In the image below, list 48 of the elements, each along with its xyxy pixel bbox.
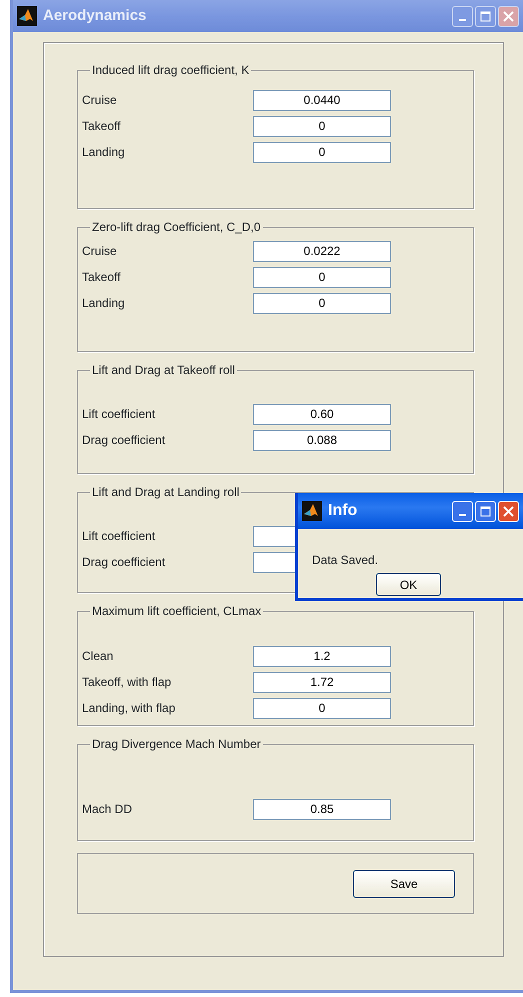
ok-button[interactable]: OK (376, 573, 441, 596)
dialog-message: Data Saved. (312, 552, 378, 569)
input-field[interactable]: 0 (253, 698, 391, 718)
field-label: Lift coefficient (82, 528, 156, 545)
field-label: Drag coefficient (82, 554, 166, 571)
minimize-icon (459, 19, 466, 21)
field-label: Drag coefficient (82, 432, 166, 449)
group-title: Drag Divergence Mach Number (91, 738, 262, 750)
input-field[interactable]: 0.0440 (253, 90, 391, 110)
maximize-icon (480, 506, 491, 516)
window-title: Aerodynamics (43, 6, 146, 26)
field-label: Lift coefficient (82, 406, 156, 423)
input-field[interactable]: 0.60 (253, 404, 391, 424)
group-title: Lift and Drag at Landing roll (91, 486, 240, 498)
input-field[interactable]: 0 (253, 266, 391, 288)
group-title: Lift and Drag at Takeoff roll (91, 364, 236, 376)
app-logo-icon (17, 6, 37, 26)
field-label: Landing, with flap (82, 700, 176, 717)
save-button[interactable]: Save (353, 870, 455, 898)
minimize-button[interactable] (452, 6, 473, 26)
input-field[interactable]: 0 (253, 142, 391, 162)
maximize-icon (480, 10, 491, 22)
group-title: Induced lift drag coefficient, K (91, 64, 250, 76)
input-field[interactable]: 1.72 (253, 672, 391, 692)
close-icon (503, 506, 514, 516)
field-label: Cruise (82, 92, 118, 109)
field-label: Landing (82, 144, 126, 161)
field-label: Takeoff (82, 269, 122, 286)
input-field[interactable]: 1.2 (253, 646, 391, 666)
close-button[interactable] (498, 6, 519, 26)
input-field[interactable]: 0 (253, 116, 391, 136)
field-label: Takeoff, with flap (82, 674, 172, 691)
close-icon (503, 10, 514, 22)
field-label: Landing (82, 295, 126, 312)
group-title: Zero-lift drag Coefficient, C_D,0 (91, 221, 262, 233)
input-field[interactable]: 0.088 (253, 430, 391, 450)
input-field[interactable]: 0 (253, 292, 391, 314)
field-label: Takeoff (82, 118, 122, 135)
field-label: Clean (82, 648, 114, 665)
maximize-button[interactable] (475, 6, 496, 26)
minimize-icon (459, 514, 466, 516)
window-title: Info (328, 501, 358, 521)
field-label: Mach DD (82, 801, 134, 818)
app-logo-icon (302, 501, 322, 521)
group-title: Maximum lift coefficient, CLmax (91, 605, 262, 617)
input-field[interactable]: 0.85 (253, 798, 391, 820)
field-label: Cruise (82, 243, 118, 260)
input-field[interactable]: 0.0222 (253, 240, 391, 262)
